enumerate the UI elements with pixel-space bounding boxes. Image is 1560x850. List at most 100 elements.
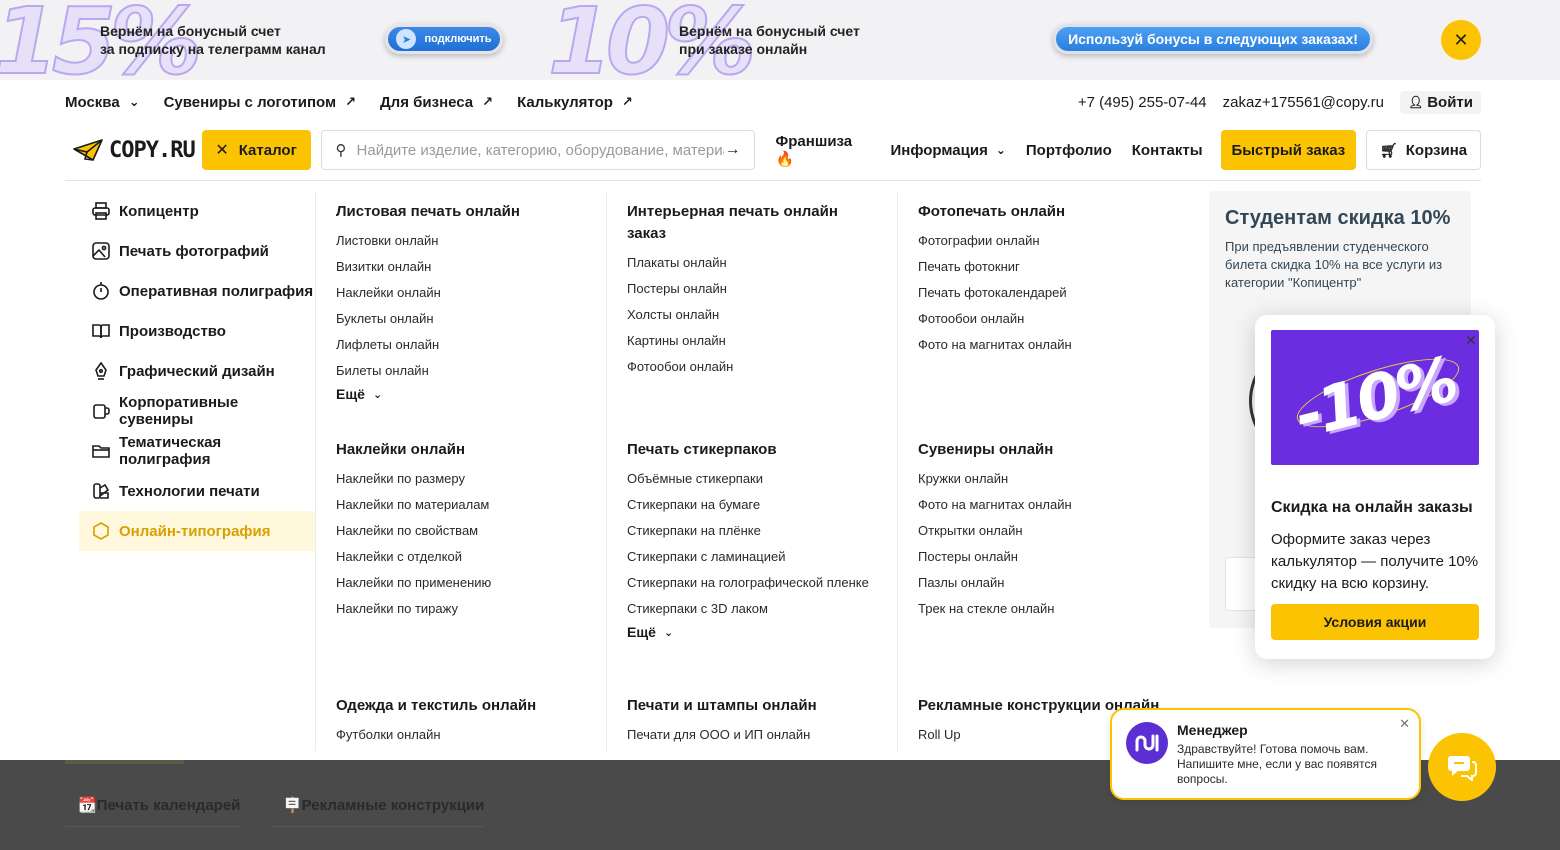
menu-link[interactable]: Наклейки с отделкой [336, 548, 586, 566]
menu-link[interactable]: Стикерпаки на плёнке [627, 522, 877, 540]
category-photo-print[interactable]: Печать фотографий [79, 231, 316, 271]
group-title[interactable]: Фотопечать онлайн [918, 201, 1178, 223]
category-sidebar: Копицентр Печать фотографий Оперативная … [79, 191, 316, 551]
catalog-button[interactable]: ✕ Каталог [201, 130, 311, 170]
popup-text: Оформите заказ через калькулятор — получ… [1271, 531, 1479, 592]
nav-contacts[interactable]: Контакты [1132, 142, 1203, 159]
link-calculator[interactable]: Калькулятор ↗ [517, 94, 633, 111]
cart-button[interactable]: 🛒︎ Корзина [1366, 130, 1481, 170]
category-online-printing[interactable]: Онлайн-типография [79, 511, 316, 551]
palette-icon [91, 481, 111, 501]
category-copycenter[interactable]: Копицентр [79, 191, 316, 231]
more-toggle[interactable]: Ещё ⌄ [336, 386, 586, 402]
chip-underline [65, 826, 241, 827]
menu-link[interactable]: Открытки онлайн [918, 522, 1178, 540]
site-logo[interactable]: COPY.RU [65, 138, 202, 163]
menu-link[interactable]: Фото на магнитах онлайн [918, 496, 1178, 514]
email-link[interactable]: zakaz+175561@copy.ru [1223, 94, 1384, 111]
popup-close-button[interactable]: ✕ [1463, 332, 1479, 348]
search-input[interactable] [356, 141, 725, 159]
promo-terms-button[interactable]: Условия акции [1271, 604, 1479, 640]
more-toggle[interactable]: Ещё ⌄ [627, 624, 877, 640]
close-icon: ✕ [1465, 332, 1477, 348]
menu-link[interactable]: Футболки онлайн [336, 726, 586, 744]
category-production[interactable]: Производство [79, 311, 316, 351]
group-title[interactable]: Интерьерная печать онлайн заказ [627, 201, 877, 245]
menu-link[interactable]: Фото на магнитах онлайн [918, 336, 1178, 354]
menu-link[interactable]: Трек на стекле онлайн [918, 600, 1178, 618]
menu-link[interactable]: Наклейки по материалам [336, 496, 586, 514]
menu-link[interactable]: Наклейки по применению [336, 574, 586, 592]
link-for-business[interactable]: Для бизнеса ↗ [380, 94, 493, 111]
menu-link[interactable]: Печать фотокалендарей [918, 284, 1178, 302]
menu-link[interactable]: Объёмные стикерпаки [627, 470, 877, 488]
nav-franchise[interactable]: Франшиза 🔥 [775, 133, 870, 168]
nav-information[interactable]: Информация ⌄ [890, 142, 1005, 159]
category-express-printing[interactable]: Оперативная полиграфия [79, 271, 316, 311]
link-souvenirs-logo[interactable]: Сувениры с логотипом ↗ [164, 94, 356, 111]
menu-link[interactable]: Стикерпаки на голографической пленке [627, 574, 877, 592]
category-thematic-printing[interactable]: Тематическая полиграфия [79, 431, 316, 471]
category-print-technologies[interactable]: Технологии печати [79, 471, 316, 511]
menu-link[interactable]: Лифлеты онлайн [336, 336, 586, 354]
menu-link[interactable]: Холсты онлайн [627, 306, 877, 324]
menu-link[interactable]: Наклейки по свойствам [336, 522, 586, 540]
menu-link[interactable]: Фотографии онлайн [918, 232, 1178, 250]
menu-link[interactable]: Печать фотокниг [918, 258, 1178, 276]
group-sheet-printing: Листовая печать онлайн Листовки онлайн В… [336, 201, 586, 402]
online-discount-popup: -10% ✕ Скидка на онлайн заказы Оформите … [1255, 315, 1495, 659]
menu-link[interactable]: Пазлы онлайн [918, 574, 1178, 592]
group-stickers: Наклейки онлайн Наклейки по размеру Накл… [336, 439, 586, 626]
group-title[interactable]: Одежда и текстиль онлайн [336, 695, 586, 717]
telegram-connect-button[interactable]: ➤ подключить [385, 24, 503, 54]
chat-greeting-bubble[interactable]: Менеджер Здравствуйте! Готова помочь вам… [1110, 708, 1421, 800]
menu-link[interactable]: Фотообои онлайн [918, 310, 1178, 328]
menu-link[interactable]: Кружки онлайн [918, 470, 1178, 488]
menu-link[interactable]: Листовки онлайн [336, 232, 586, 250]
category-corporate-souvenirs[interactable]: Корпоративные сувениры [79, 391, 316, 431]
menu-link[interactable]: Буклеты онлайн [336, 310, 586, 328]
background-chip-ad-constructions[interactable]: 🪧Рекламные конструкции [283, 796, 484, 814]
group-interior-printing: Интерьерная печать онлайн заказ Плакаты … [627, 201, 877, 384]
menu-link[interactable]: Визитки онлайн [336, 258, 586, 276]
group-stickerpacks: Печать стикерпаков Объёмные стикерпаки С… [627, 439, 877, 640]
fast-order-button[interactable]: Быстрый заказ [1220, 130, 1357, 170]
menu-link[interactable]: Картины онлайн [627, 332, 877, 350]
phone-link[interactable]: +7 (495) 255-07-44 [1078, 94, 1207, 111]
menu-link[interactable]: Наклейки по размеру [336, 470, 586, 488]
menu-link[interactable]: Печати для ООО и ИП онлайн [627, 726, 877, 744]
menu-link[interactable]: Плакаты онлайн [627, 254, 877, 272]
group-title[interactable]: Печати и штампы онлайн [627, 695, 877, 717]
nav-portfolio[interactable]: Портфолио [1026, 142, 1112, 159]
menu-link[interactable]: Стикерпаки с 3D лаком [627, 600, 877, 618]
menu-link[interactable]: Стикерпаки на бумаге [627, 496, 877, 514]
search-submit-arrow-icon[interactable]: → [724, 141, 740, 159]
group-title[interactable]: Наклейки онлайн [336, 439, 586, 461]
chat-close-icon[interactable]: ✕ [1399, 716, 1410, 732]
popup-title: Скидка на онлайн заказы [1271, 499, 1473, 516]
background-chip-calendars[interactable]: 📆Печать календарей [78, 796, 240, 814]
chevron-down-icon: ⌄ [663, 626, 674, 639]
contact-area: +7 (495) 255-07-44 zakaz+175561@copy.ru … [1078, 90, 1481, 114]
login-button[interactable]: 👤︎ Войти [1399, 90, 1481, 114]
category-graphic-design[interactable]: Графический дизайн [79, 351, 316, 391]
city-selector[interactable]: Москва ⌄ [65, 94, 140, 111]
menu-link[interactable]: Фотообои онлайн [627, 358, 877, 376]
telegram-icon: ➤ [396, 29, 417, 49]
book-icon [91, 321, 111, 341]
paper-plane-icon [73, 139, 103, 161]
menu-link[interactable]: Стикерпаки с ламинацией [627, 548, 877, 566]
group-title[interactable]: Листовая печать онлайн [336, 201, 586, 223]
group-title[interactable]: Печать стикерпаков [627, 439, 877, 461]
menu-link[interactable]: Постеры онлайн [627, 280, 877, 298]
group-title[interactable]: Сувениры онлайн [918, 439, 1178, 461]
menu-link[interactable]: Наклейки онлайн [336, 284, 586, 302]
menu-link[interactable]: Наклейки по тиражу [336, 600, 586, 618]
promo-close-button[interactable]: ✕ [1441, 20, 1481, 60]
use-bonuses-button[interactable]: Используй бонусы в следующих заказах! [1053, 24, 1373, 54]
menu-link[interactable]: Билеты онлайн [336, 362, 586, 380]
open-chat-button[interactable] [1428, 733, 1496, 801]
menu-link[interactable]: Постеры онлайн [918, 548, 1178, 566]
promo-telegram-text: Вернём на бонусный счет за подписку на т… [100, 23, 326, 57]
pen-nib-icon [91, 361, 111, 381]
